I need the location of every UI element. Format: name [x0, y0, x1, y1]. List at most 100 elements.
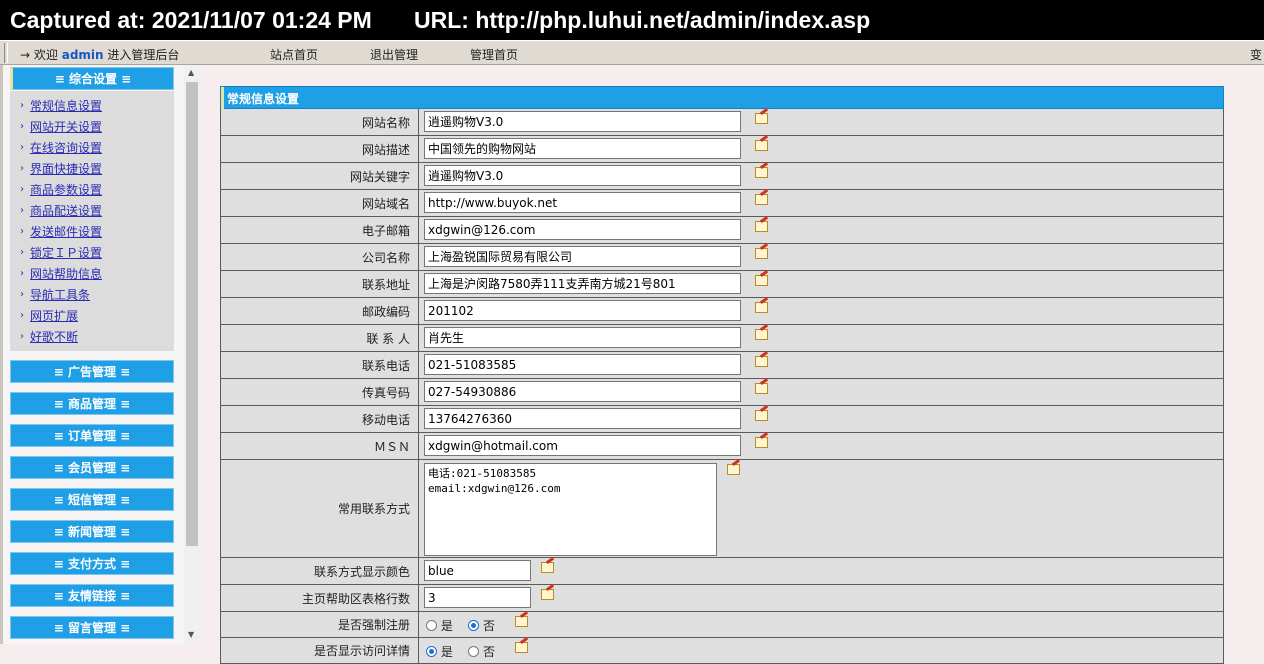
field-label: 移动电话 — [221, 406, 419, 432]
submenu-item[interactable]: › 网站帮助信息 — [20, 264, 103, 284]
site-name-input[interactable] — [424, 111, 741, 132]
edit-icon[interactable] — [727, 464, 740, 475]
sidebar-edge — [0, 65, 3, 644]
scroll-thumb[interactable] — [186, 82, 198, 546]
submenu-item-label: 锁定ＩＰ设置 — [30, 246, 103, 260]
radio-yes[interactable] — [426, 646, 437, 657]
msn-input[interactable] — [424, 435, 741, 456]
admin-home-link[interactable]: 管理首页 — [470, 46, 518, 63]
menu-links[interactable]: ≡ 友情链接 ≡ — [10, 584, 174, 607]
email-input[interactable] — [424, 219, 741, 240]
contact-methods-textarea[interactable]: 电话:021-51083585 email:xdgwin@126.com — [424, 463, 717, 556]
submenu-item[interactable]: › 商品配送设置 — [20, 201, 102, 221]
scroll-up-icon[interactable]: ▲ — [188, 68, 194, 77]
edit-icon[interactable] — [755, 221, 768, 232]
site-home-link[interactable]: 站点首页 — [270, 46, 318, 63]
capture-url: URL: http://php.luhui.net/admin/index.as… — [414, 7, 871, 33]
edit-icon[interactable] — [755, 383, 768, 394]
submenu-item[interactable]: › 锁定ＩＰ设置 — [20, 243, 103, 263]
edit-icon[interactable] — [755, 248, 768, 259]
field-cell — [420, 352, 1223, 378]
menu-general-settings[interactable]: ≡ 综合设置 ≡ — [10, 67, 174, 90]
field-label: 网站关键字 — [221, 163, 419, 189]
site-domain-input[interactable] — [424, 192, 741, 213]
edit-icon[interactable] — [755, 140, 768, 151]
capture-time: Captured at: 2021/11/07 01:24 PM — [10, 7, 372, 33]
admin-username: admin — [61, 48, 104, 62]
bullet-icon: › — [20, 142, 24, 153]
edit-icon[interactable] — [755, 329, 768, 340]
submenu-general-settings: › 常规信息设置 › 网站开关设置 › 在线咨询设置 › 界面快捷设置 › 商品参数设置 … — [10, 91, 174, 351]
edit-icon[interactable] — [755, 410, 768, 421]
field-cell — [420, 558, 1223, 584]
postcode-input[interactable] — [424, 300, 741, 321]
radio-no[interactable] — [468, 620, 480, 631]
form-row: 网站描述 — [220, 136, 1224, 163]
contact-person-input[interactable] — [424, 327, 741, 348]
force-register-radio-group: 是 否 — [426, 617, 495, 634]
menu-news[interactable]: ≡ 新闻管理 ≡ — [10, 520, 174, 543]
field-cell — [420, 585, 1223, 611]
edit-icon[interactable] — [755, 167, 768, 178]
edit-icon[interactable] — [755, 113, 768, 124]
top-nav-bar: → 欢迎 admin 进入管理后台 站点首页 退出管理 管理首页 变 — [0, 40, 1264, 65]
menu-messages[interactable]: ≡ 留言管理 ≡ — [10, 616, 174, 639]
edit-icon[interactable] — [755, 275, 768, 286]
submenu-item[interactable]: › 好歌不断 — [20, 327, 78, 347]
site-description-input[interactable] — [424, 138, 741, 159]
edit-icon[interactable] — [541, 589, 554, 600]
field-cell — [420, 325, 1223, 351]
edit-icon[interactable] — [755, 437, 768, 448]
edit-icon[interactable] — [515, 616, 528, 627]
bullet-icon: › — [20, 331, 24, 342]
edit-icon[interactable] — [755, 356, 768, 367]
fax-input[interactable] — [424, 381, 741, 402]
contact-color-input[interactable] — [424, 560, 531, 581]
edit-icon[interactable] — [755, 302, 768, 313]
logout-link[interactable]: 退出管理 — [370, 46, 418, 63]
form-row: 主页帮助区表格行数 — [220, 585, 1224, 612]
sidebar-scrollbar[interactable]: ▲ ▼ — [184, 65, 201, 644]
field-cell: 电话:021-51083585 email:xdgwin@126.com — [420, 460, 1223, 557]
edit-icon[interactable] — [541, 562, 554, 573]
menu-sms[interactable]: ≡ 短信管理 ≡ — [10, 488, 174, 511]
bullet-icon: › — [20, 310, 24, 321]
menu-members[interactable]: ≡ 会员管理 ≡ — [10, 456, 174, 479]
submenu-item-label: 导航工具条 — [30, 288, 91, 302]
submenu-item[interactable]: › 界面快捷设置 — [20, 159, 103, 179]
phone-input[interactable] — [424, 354, 741, 375]
help-rows-input[interactable] — [424, 587, 531, 608]
radio-yes-label: 是 — [440, 645, 453, 659]
field-label: 联系方式显示颜色 — [221, 558, 419, 584]
form-row: 网站关键字 — [220, 163, 1224, 190]
menu-ads[interactable]: ≡ 广告管理 ≡ — [10, 360, 174, 383]
radio-yes[interactable] — [426, 620, 437, 631]
topnav-right-text[interactable]: 变 — [1250, 46, 1262, 63]
submenu-item[interactable]: › 发送邮件设置 — [20, 222, 102, 242]
submenu-item[interactable]: › 网页扩展 — [20, 306, 78, 326]
submenu-item-label: 网站帮助信息 — [30, 267, 103, 281]
company-name-input[interactable] — [424, 246, 741, 267]
form-row: 移动电话 — [220, 406, 1224, 433]
edit-icon[interactable] — [755, 194, 768, 205]
menu-payment[interactable]: ≡ 支付方式 ≡ — [10, 552, 174, 575]
site-keywords-input[interactable] — [424, 165, 741, 186]
submenu-item[interactable]: › 导航工具条 — [20, 285, 91, 305]
submenu-item[interactable]: › 网站开关设置 — [20, 117, 102, 137]
menu-orders[interactable]: ≡ 订单管理 ≡ — [10, 424, 174, 447]
arrow-icon: → — [20, 48, 31, 62]
menu-products[interactable]: ≡ 商品管理 ≡ — [10, 392, 174, 415]
submenu-item[interactable]: › 商品参数设置 — [20, 180, 102, 200]
scroll-down-icon[interactable]: ▼ — [188, 630, 194, 639]
submenu-item-label: 界面快捷设置 — [30, 162, 103, 176]
bullet-icon: › — [20, 121, 24, 132]
radio-no[interactable] — [468, 646, 480, 657]
field-cell: 是 否 — [420, 612, 1223, 637]
form-row: 联系方式显示颜色 — [220, 558, 1224, 585]
submenu-item[interactable]: › 在线咨询设置 — [20, 138, 102, 158]
field-label: 常用联系方式 — [221, 460, 419, 557]
mobile-input[interactable] — [424, 408, 741, 429]
address-input[interactable] — [424, 273, 741, 294]
submenu-item-label: 常规信息设置 — [30, 99, 103, 113]
submenu-item[interactable]: › 常规信息设置 — [20, 96, 103, 116]
